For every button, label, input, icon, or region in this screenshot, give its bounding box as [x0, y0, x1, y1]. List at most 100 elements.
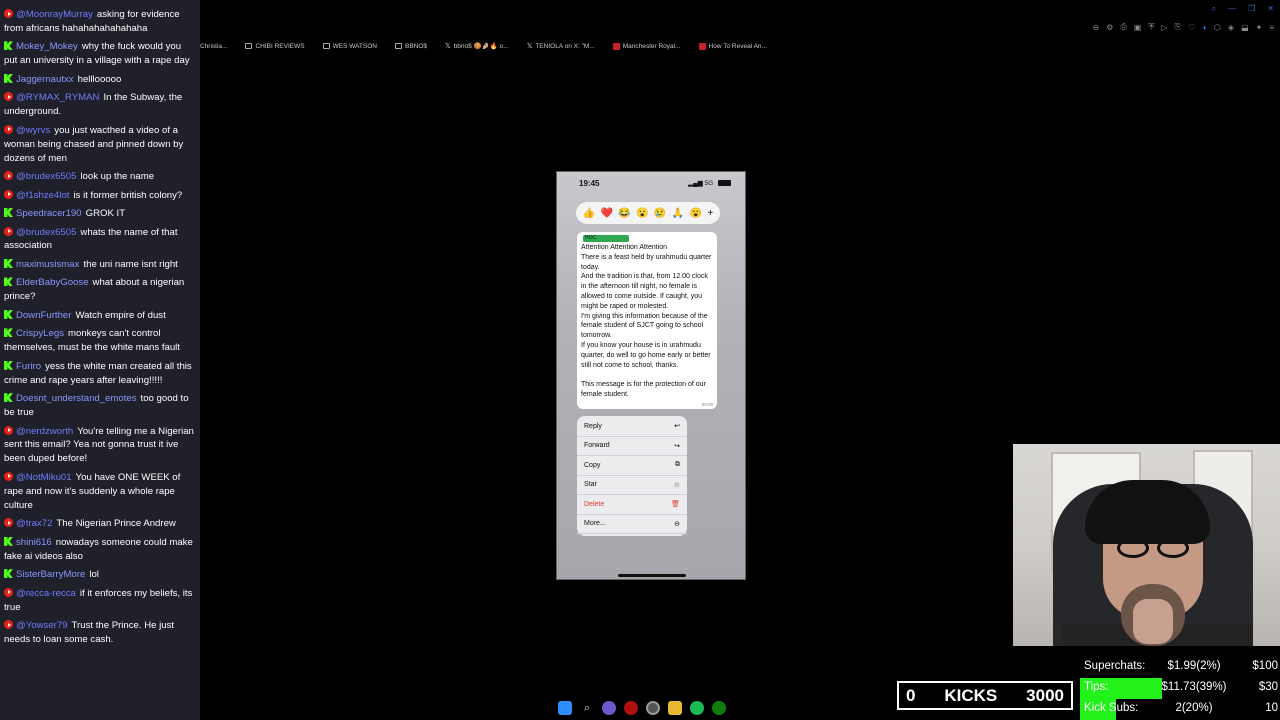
menu-item-reply[interactable]: Reply ↩ [577, 417, 687, 437]
kick-icon [4, 277, 13, 287]
chat-username[interactable]: @f1shze4lot [16, 190, 69, 201]
minimize-icon[interactable]: — [1228, 4, 1236, 14]
chat-username[interactable]: maximusismax [16, 259, 79, 270]
bookmark-item[interactable]: Christia... [200, 43, 227, 50]
chat-username[interactable]: @nerdzworth [16, 426, 73, 437]
menu-item-copy[interactable]: Copy ⧉ [577, 456, 687, 476]
kicks-label: KICKS [944, 685, 998, 705]
bookmark-item[interactable]: WES WATSON [322, 43, 377, 50]
chat-username[interactable]: @MoonrayMurray [16, 9, 93, 20]
chat-username[interactable]: shini616 [16, 537, 52, 548]
goal-target: $30 [1258, 681, 1278, 693]
chat-username[interactable]: Mokey_Mokey [16, 41, 78, 52]
heart-icon[interactable]: ♡ [1188, 23, 1195, 32]
chat-username[interactable]: ElderBabyGoose [16, 277, 89, 288]
message-sender: HOC [583, 235, 629, 242]
search-icon[interactable]: ⌕ [580, 701, 594, 715]
bookmark-icon[interactable]: ⎘ [1175, 22, 1181, 32]
chat-username[interactable]: @RYMAX_RYMAN [16, 92, 100, 103]
shield-icon[interactable]: ⛨ [1148, 22, 1154, 32]
chat-username[interactable]: SisterBarryMore [16, 569, 85, 580]
chat-username[interactable]: DownFurther [16, 310, 71, 321]
menu-item-label: Copy [584, 461, 601, 469]
goal-target: $100 [1252, 660, 1278, 672]
chat-username[interactable]: Furiro [16, 361, 41, 372]
streamer-glasses [1113, 538, 1193, 558]
reaction-emoji[interactable]: 👍 [583, 208, 595, 219]
chat-message: Furiro yess the white man created all thi… [4, 360, 196, 388]
record-icon[interactable] [624, 701, 638, 715]
ai-icon[interactable]: ✦ [1256, 23, 1263, 32]
chat-username[interactable]: @Yowser79 [16, 620, 68, 631]
reaction-emoji[interactable]: ❤️ [600, 208, 612, 219]
bookmark-item[interactable]: How To Reveal An... [698, 42, 767, 50]
chat-username[interactable]: Jaggernautxx [16, 74, 74, 85]
reaction-emoji[interactable]: 😮 [690, 208, 702, 219]
goal-value: $11.73(39%) [1161, 681, 1227, 693]
play-icon[interactable]: ▷ [1161, 23, 1167, 32]
bookmark-item[interactable]: CHIBI REVIEWS [245, 43, 305, 50]
chat-username[interactable]: @brudex6505 [16, 227, 76, 238]
menu-item-label: Forward [584, 442, 610, 450]
chat-username[interactable]: @wyrvs [16, 125, 50, 136]
context-menu: Reply ↩ Forward ↪ Copy ⧉ Star ☆ Delete 🗑 More... ⊖ [577, 416, 687, 536]
reaction-emoji[interactable]: 🙏 [672, 208, 684, 219]
wallet-icon[interactable]: ◈ [1228, 23, 1234, 32]
file-explorer-icon[interactable] [668, 701, 682, 715]
kick-icon [4, 73, 13, 83]
settings-icon[interactable]: ⚙ [1106, 23, 1113, 32]
sidebar-icon[interactable]: ⬓ [1241, 23, 1249, 32]
reaction-emoji[interactable]: 😮 [636, 208, 648, 219]
phone-time: 19:45 [579, 179, 600, 188]
chat-username[interactable]: @trax72 [16, 518, 52, 529]
chat-username[interactable]: Doesnt_understand_emotes [16, 393, 137, 404]
bookmark-label: How To Reveal An... [708, 42, 767, 50]
search-icon[interactable]: ⌕ [1212, 4, 1216, 14]
close-icon[interactable]: ✕ [1267, 4, 1274, 14]
spotify-icon[interactable] [690, 701, 704, 715]
goals-panel: Superchats: $1.99(2%) $100 Tips: $11.73(… [1080, 657, 1280, 720]
phone-status-bar: 19:45 ▂▄▆ 5G [557, 172, 745, 196]
obs-icon[interactable] [602, 701, 616, 715]
folder-icon [395, 43, 402, 49]
youtube-icon [4, 518, 13, 528]
chat-message: ElderBabyGoose what about a nigerian prin… [4, 276, 196, 304]
xbox-icon[interactable] [712, 701, 726, 715]
reaction-emoji[interactable]: 😂 [618, 208, 630, 219]
goal-value: 2(20%) [1175, 702, 1213, 714]
kick-icon [4, 258, 13, 268]
maximize-icon[interactable]: ❐ [1248, 4, 1255, 14]
menu-item-more[interactable]: More... ⊖ [577, 515, 687, 534]
chat-text: GROK IT [85, 208, 126, 220]
extensions-icon[interactable]: ⬡ [1214, 23, 1221, 32]
windows-start-icon[interactable] [558, 701, 572, 715]
bookmark-item[interactable]: 𝕏 TENIOLA on X: "M... [527, 42, 595, 51]
audio-icon[interactable]: ◖ [1202, 23, 1207, 32]
streamer-cap [1085, 480, 1210, 544]
menu-item-forward[interactable]: Forward ↪ [577, 437, 687, 456]
add-reaction-icon[interactable]: + [707, 208, 713, 219]
bookmark-item[interactable]: BBNO$ [395, 43, 427, 50]
chat-username[interactable]: CrispyLegs [16, 328, 64, 339]
screenshot-icon[interactable]: ▣ [1134, 23, 1142, 32]
browser-chrome: ⌕ — ❐ ✕ ⊖ ⚙ ⎙ ▣ ⛨ ▷ ⎘ ♡ ◖ ⬡ ◈ ⬓ ✦ ≡ Chri… [200, 0, 1280, 56]
zoom-out-icon[interactable]: ⊖ [1093, 23, 1100, 32]
chat-message: @nerdzworth You're telling me a Nigerian … [4, 425, 196, 467]
chat-username[interactable]: Speedracer190 [16, 208, 82, 219]
bookmark-label: TENIOLA on X: "M... [535, 42, 595, 50]
star-icon: ☆ [673, 481, 680, 489]
glasses-lens [1117, 538, 1149, 558]
reaction-emoji[interactable]: 😢 [654, 208, 666, 219]
browser-icon[interactable] [646, 701, 660, 715]
menu-item-star[interactable]: Star ☆ [577, 476, 687, 495]
bookmark-item[interactable]: 𝕏bbno$ 🍪🤌🏼🔥 o... [445, 42, 509, 50]
menu-icon[interactable]: ≡ [1269, 23, 1274, 32]
bookmark-item[interactable]: Manchester Royal... [612, 42, 681, 50]
chat-message: @MoonrayMurray asking for evidence from a… [4, 8, 196, 36]
share-icon[interactable]: ⎙ [1120, 22, 1126, 32]
kick-icon [4, 393, 13, 403]
chat-username[interactable]: @NotMiku01 [16, 472, 72, 483]
chat-username[interactable]: @recca-recca [16, 588, 76, 599]
menu-item-delete[interactable]: Delete 🗑 [577, 495, 687, 515]
chat-username[interactable]: @brudex6505 [16, 171, 76, 182]
